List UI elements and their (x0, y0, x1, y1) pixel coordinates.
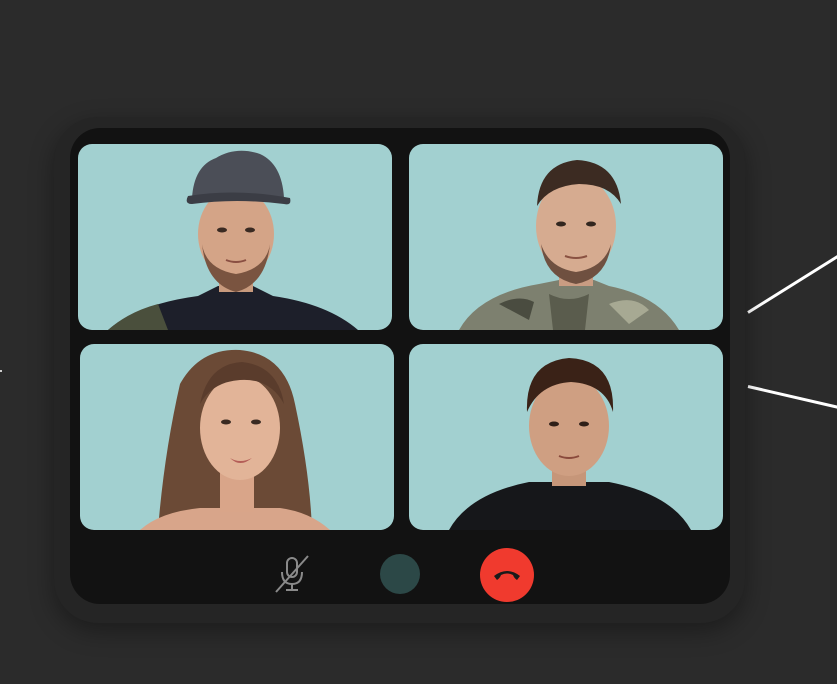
participant-tile-1[interactable] (78, 144, 392, 330)
participant-video-4 (449, 358, 691, 530)
end-call-button[interactable] (480, 548, 534, 602)
call-screen (70, 128, 730, 604)
participant-video-2 (459, 160, 679, 330)
circle-button[interactable] (380, 554, 420, 594)
mic-off-icon (275, 555, 309, 593)
connector-line-top (747, 251, 837, 314)
canvas (0, 0, 837, 684)
edge-mark (0, 370, 2, 372)
connector-line-bottom (747, 385, 837, 411)
video-call-device (54, 117, 745, 623)
phone-hangup-icon (494, 571, 520, 580)
participant-tile-2[interactable] (409, 144, 723, 330)
call-controls (70, 542, 730, 604)
participant-tile-3[interactable] (80, 344, 394, 530)
participant-tile-4[interactable] (409, 344, 723, 530)
participant-video-3 (140, 349, 330, 530)
mute-button[interactable] (270, 552, 314, 596)
participant-video-1 (108, 150, 358, 330)
